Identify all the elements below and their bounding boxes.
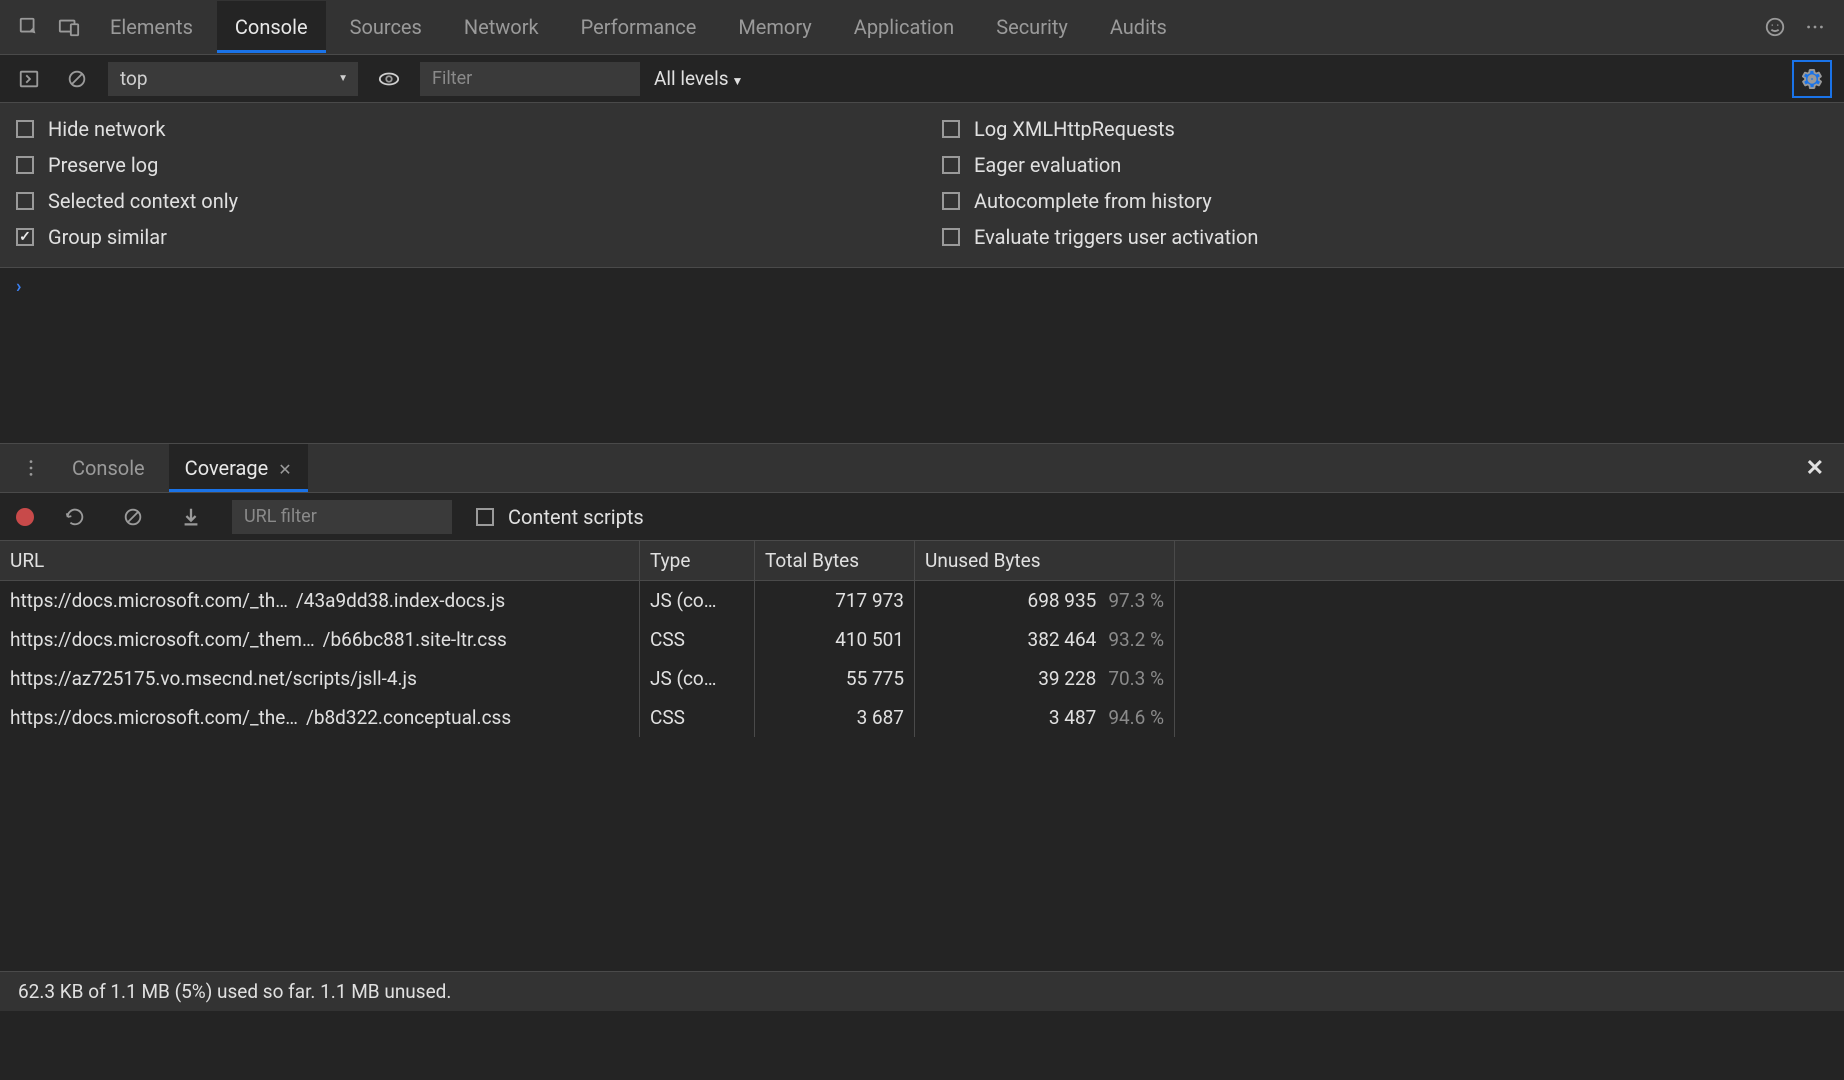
- setting-selected-context[interactable]: Selected context only: [16, 189, 902, 213]
- table-body: https://docs.microsoft.com/_th…/43a9dd38…: [0, 581, 1844, 971]
- close-tab-icon[interactable]: ✕: [278, 460, 291, 479]
- drawer-tab-coverage[interactable]: Coverage ✕: [169, 444, 308, 492]
- cell-type: CSS: [640, 620, 755, 659]
- checkbox-label: Content scripts: [508, 505, 644, 529]
- cell-bar: [1175, 698, 1844, 737]
- coverage-url-filter-input[interactable]: [232, 500, 452, 534]
- record-button[interactable]: [16, 508, 34, 526]
- devtools-main-tabs: Elements Console Sources Network Perform…: [0, 0, 1844, 55]
- content-scripts-checkbox[interactable]: Content scripts: [476, 505, 644, 529]
- cell-url: https://docs.microsoft.com/_the…/b8d322.…: [0, 698, 640, 737]
- setting-label: Evaluate triggers user activation: [974, 225, 1258, 249]
- cell-url: https://docs.microsoft.com/_them…/b66bc8…: [0, 620, 640, 659]
- coverage-status-bar: 62.3 KB of 1.1 MB (5%) used so far. 1.1 …: [0, 971, 1844, 1011]
- coverage-table: URL Type Total Bytes Unused Bytes https:…: [0, 541, 1844, 971]
- clear-console-icon[interactable]: [60, 62, 94, 96]
- execution-context-value: top: [120, 67, 148, 90]
- coverage-toolbar: Content scripts: [0, 493, 1844, 541]
- drawer-more-icon[interactable]: [14, 451, 48, 485]
- table-row[interactable]: https://az725175.vo.msecnd.net/scripts/j…: [0, 659, 1844, 698]
- cell-unused: 382 46493.2 %: [915, 620, 1175, 659]
- setting-autocomplete[interactable]: Autocomplete from history: [942, 189, 1828, 213]
- setting-group-similar[interactable]: Group similar: [16, 225, 902, 249]
- drawer-tabs: Console Coverage ✕ ✕: [0, 443, 1844, 493]
- cell-total: 717 973: [755, 581, 915, 620]
- cell-type: JS (co…: [640, 581, 755, 620]
- cell-unused: 39 22870.3 %: [915, 659, 1175, 698]
- drawer-tab-label: Coverage: [185, 456, 269, 480]
- setting-label: Hide network: [48, 117, 166, 141]
- console-settings-panel: Hide network Log XMLHttpRequests Preserv…: [0, 103, 1844, 268]
- tab-network[interactable]: Network: [446, 1, 557, 53]
- col-url[interactable]: URL: [0, 541, 640, 580]
- cell-unused: 698 93597.3 %: [915, 581, 1175, 620]
- setting-label: Selected context only: [48, 189, 238, 213]
- log-levels-selector[interactable]: All levels: [654, 67, 743, 90]
- cell-bar: [1175, 659, 1844, 698]
- export-icon[interactable]: [174, 500, 208, 534]
- toggle-console-sidebar-icon[interactable]: [12, 62, 46, 96]
- tab-elements[interactable]: Elements: [92, 1, 211, 53]
- setting-log-xhr[interactable]: Log XMLHttpRequests: [942, 117, 1828, 141]
- cell-unused: 3 48794.6 %: [915, 698, 1175, 737]
- console-filter-input[interactable]: [420, 62, 640, 96]
- col-unused-bytes[interactable]: Unused Bytes: [915, 541, 1175, 580]
- setting-hide-network[interactable]: Hide network: [16, 117, 902, 141]
- more-options-icon[interactable]: [1798, 10, 1832, 44]
- execution-context-selector[interactable]: top: [108, 62, 358, 96]
- cell-total: 3 687: [755, 698, 915, 737]
- setting-label: Preserve log: [48, 153, 158, 177]
- tab-audits[interactable]: Audits: [1092, 1, 1185, 53]
- cell-type: JS (co…: [640, 659, 755, 698]
- setting-label: Log XMLHttpRequests: [974, 117, 1175, 141]
- console-messages-area[interactable]: ›: [0, 268, 1844, 443]
- status-text: 62.3 KB of 1.1 MB (5%) used so far. 1.1 …: [18, 980, 451, 1003]
- tab-memory[interactable]: Memory: [720, 1, 829, 53]
- tab-sources[interactable]: Sources: [332, 1, 440, 53]
- tab-performance[interactable]: Performance: [563, 1, 715, 53]
- console-settings-button[interactable]: [1792, 60, 1832, 98]
- setting-eval-triggers[interactable]: Evaluate triggers user activation: [942, 225, 1828, 249]
- table-row[interactable]: https://docs.microsoft.com/_them…/b66bc8…: [0, 620, 1844, 659]
- tab-application[interactable]: Application: [836, 1, 972, 53]
- cell-bar: [1175, 581, 1844, 620]
- cell-bar: [1175, 620, 1844, 659]
- reload-icon[interactable]: [58, 500, 92, 534]
- drawer-tab-console[interactable]: Console: [56, 444, 161, 492]
- table-row[interactable]: https://docs.microsoft.com/_th…/43a9dd38…: [0, 581, 1844, 620]
- col-visualization[interactable]: [1175, 541, 1844, 580]
- table-header: URL Type Total Bytes Unused Bytes: [0, 541, 1844, 581]
- tab-console[interactable]: Console: [217, 1, 326, 53]
- close-drawer-button[interactable]: ✕: [1800, 456, 1830, 481]
- clear-coverage-icon[interactable]: [116, 500, 150, 534]
- setting-preserve-log[interactable]: Preserve log: [16, 153, 902, 177]
- console-prompt-icon: ›: [16, 276, 21, 297]
- col-type[interactable]: Type: [640, 541, 755, 580]
- col-total-bytes[interactable]: Total Bytes: [755, 541, 915, 580]
- cell-type: CSS: [640, 698, 755, 737]
- inspect-element-icon[interactable]: [12, 10, 46, 44]
- live-expression-icon[interactable]: [372, 62, 406, 96]
- device-toolbar-icon[interactable]: [52, 10, 86, 44]
- console-toolbar: top All levels: [0, 55, 1844, 103]
- cell-total: 55 775: [755, 659, 915, 698]
- setting-label: Eager evaluation: [974, 153, 1121, 177]
- cell-total: 410 501: [755, 620, 915, 659]
- table-row[interactable]: https://docs.microsoft.com/_the…/b8d322.…: [0, 698, 1844, 737]
- tab-security[interactable]: Security: [978, 1, 1086, 53]
- cell-url: https://docs.microsoft.com/_th…/43a9dd38…: [0, 581, 640, 620]
- cell-url: https://az725175.vo.msecnd.net/scripts/j…: [0, 659, 640, 698]
- setting-label: Autocomplete from history: [974, 189, 1212, 213]
- setting-label: Group similar: [48, 225, 167, 249]
- setting-eager-eval[interactable]: Eager evaluation: [942, 153, 1828, 177]
- feedback-smiley-icon[interactable]: [1758, 10, 1792, 44]
